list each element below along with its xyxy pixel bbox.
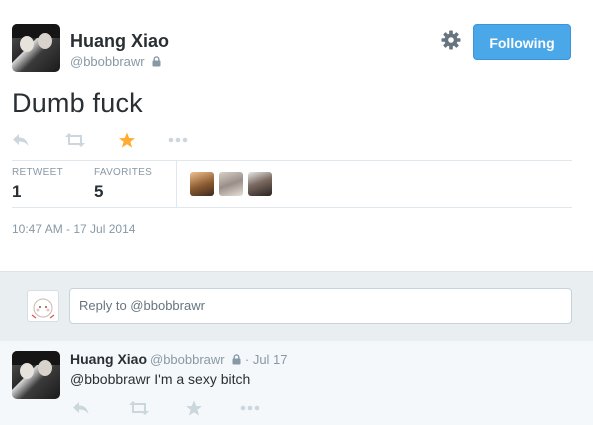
reply-icon[interactable] [72, 396, 90, 420]
reply-icon[interactable] [12, 128, 30, 152]
author-username-text: @bbobbrawr [70, 54, 145, 69]
favorite-icon[interactable] [185, 396, 203, 420]
reply-date[interactable]: · Jul 17 [245, 352, 288, 367]
lock-icon [232, 353, 241, 368]
retweet-icon[interactable] [64, 128, 86, 152]
reply-text: @bbobbrawr I'm a sexy bitch [70, 371, 251, 387]
stats-separator [176, 160, 177, 208]
retweet-count: 1 [12, 182, 22, 201]
author-fullname[interactable]: Huang Xiao [70, 31, 169, 52]
favorites-label: FAVORITES [94, 167, 153, 178]
tweet-timestamp[interactable]: 10:47 AM - 17 Jul 2014 [12, 222, 135, 236]
retweet-icon[interactable] [128, 396, 150, 420]
reply-meta: @bbobbrawr · Jul 17 [150, 352, 288, 368]
reply-author-avatar[interactable] [12, 351, 60, 399]
more-icon[interactable] [168, 128, 188, 152]
lock-icon [152, 55, 161, 70]
author-username[interactable]: @bbobbrawr [70, 54, 161, 70]
favorite-icon[interactable] [118, 128, 136, 152]
reply-input[interactable]: Reply to @bbobbrawr [69, 288, 572, 324]
favoriter-avatar[interactable] [248, 172, 272, 196]
favorites-count: 5 [94, 182, 104, 201]
tweet-stats: RETWEET 1 FAVORITES 5 [12, 160, 572, 208]
more-icon[interactable] [240, 396, 260, 420]
favoriter-avatar[interactable] [190, 172, 214, 196]
favoriter-avatar[interactable] [219, 172, 243, 196]
retweet-label: RETWEET [12, 167, 63, 178]
retweet-stat[interactable]: RETWEET 1 [12, 167, 63, 202]
favorites-stat[interactable]: FAVORITES 5 [94, 167, 152, 202]
reply-author-fullname[interactable]: Huang Xiao [70, 351, 147, 367]
reply-actions [70, 396, 270, 418]
my-avatar [27, 290, 59, 322]
gear-icon[interactable] [440, 29, 462, 51]
reply-author-username[interactable]: @bbobbrawr [150, 352, 225, 367]
following-button[interactable]: Following [473, 24, 571, 60]
tweet-text: Dumb fuck [12, 88, 143, 118]
divider [12, 207, 572, 208]
tweet-actions [12, 128, 202, 154]
author-avatar[interactable] [12, 24, 60, 72]
